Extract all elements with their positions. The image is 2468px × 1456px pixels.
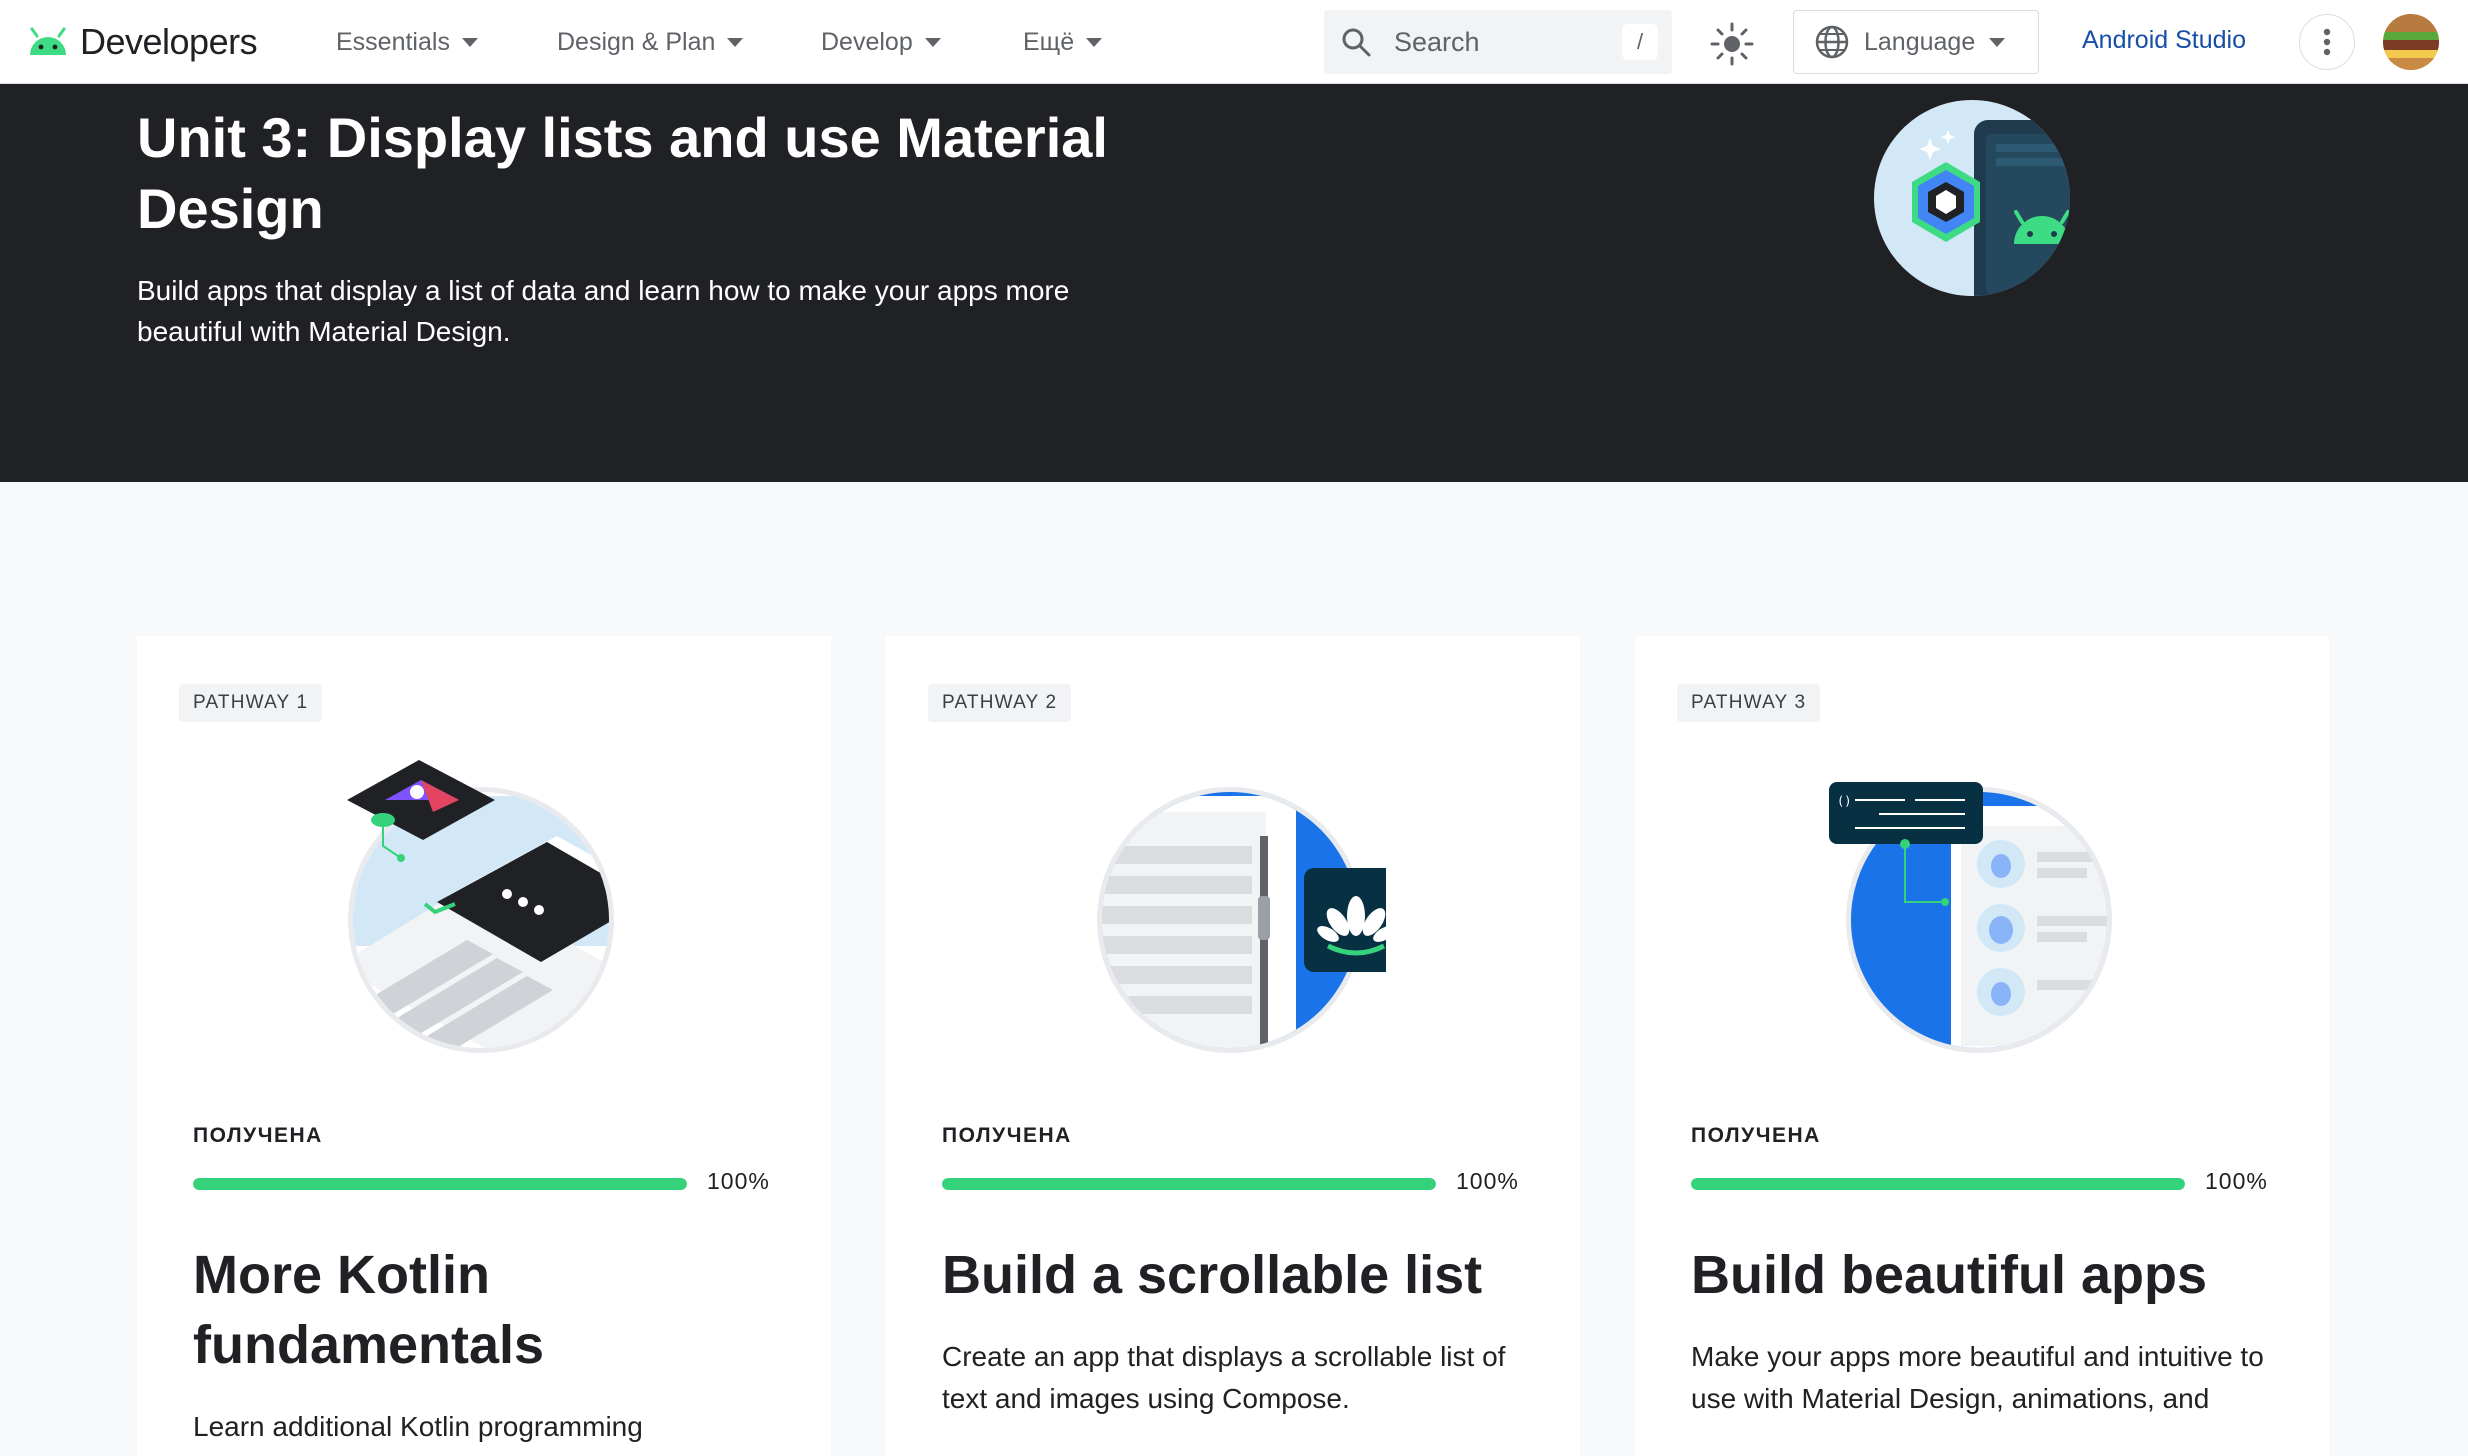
pathway-card-3[interactable]: PATHWAY 3 () ПОЛУЧЕНА 100% Build beautif…	[1635, 636, 2329, 1456]
svg-text:(): ()	[1837, 794, 1851, 808]
nav-menu-more[interactable]: Ещё	[1023, 22, 1103, 62]
pathway-progress-bar	[942, 1178, 1436, 1190]
unit-hero: Unit 3: Display lists and use Material D…	[0, 84, 2468, 482]
progress-fill	[193, 1178, 687, 1190]
brightness-icon[interactable]	[1708, 20, 1756, 68]
more-vert-icon	[2323, 28, 2331, 56]
brand-name: Developers	[80, 21, 258, 62]
nav-menu-develop[interactable]: Develop	[821, 22, 941, 62]
pathway-badge: PATHWAY 3	[1677, 684, 1821, 722]
dropdown-caret-icon	[461, 37, 478, 47]
kotlin-fundamentals-illustration	[347, 760, 614, 1053]
progress-fill	[1691, 1178, 2185, 1190]
page-title: Unit 3: Display lists and use Material D…	[137, 106, 1108, 240]
progress-percent: 100%	[707, 1168, 770, 1194]
globe-icon	[1815, 25, 1849, 59]
search-placeholder: Search	[1394, 27, 1480, 57]
avatar[interactable]	[2383, 14, 2439, 70]
nav-menu-label: Design & Plan	[557, 27, 716, 56]
dropdown-caret-icon	[924, 37, 941, 47]
pathway-badge: PATHWAY 2	[928, 684, 1072, 722]
language-selector[interactable]: Language	[1793, 10, 2039, 74]
nav-menu-label: Develop	[821, 27, 913, 56]
search-shortcut-key: /	[1622, 24, 1658, 60]
pathway-card-1[interactable]: PATHWAY 1 ПОЛУЧЕНА 100% More Kotlin fund…	[137, 636, 831, 1456]
pathway-description: Create an app that displays a scrollable…	[942, 1341, 1506, 1414]
page-description: Build apps that display a list of data a…	[137, 275, 1070, 347]
nav-menu-label: Essentials	[336, 27, 450, 56]
pathway-status: ПОЛУЧЕНА	[1691, 1124, 1821, 1147]
pathway-description: Make your apps more beautiful and intuit…	[1691, 1341, 2264, 1414]
android-studio-link[interactable]: Android Studio	[2082, 26, 2246, 55]
search-icon	[1342, 28, 1371, 57]
top-nav: Developers Essentials Design & Plan Deve…	[0, 0, 2468, 84]
search-input[interactable]: Search /	[1324, 10, 1672, 74]
compose-android-illustration	[1874, 100, 2070, 296]
pathway-card-2[interactable]: PATHWAY 2 ПОЛУЧЕНА 100% Build a scrollab…	[886, 636, 1580, 1456]
dropdown-caret-icon	[1989, 37, 2006, 47]
more-options-button[interactable]	[2299, 14, 2355, 70]
progress-percent: 100%	[2205, 1168, 2268, 1194]
nav-menu-design-plan[interactable]: Design & Plan	[557, 22, 744, 62]
language-label: Language	[1864, 27, 1976, 56]
pathway-progress-bar	[193, 1178, 687, 1190]
progress-percent: 100%	[1456, 1168, 1519, 1194]
avatar-burger-image	[2383, 14, 2439, 70]
pathway-title: More Kotlin fundamentals	[193, 1245, 545, 1375]
pathway-status: ПОЛУЧЕНА	[942, 1124, 1072, 1147]
nav-menu-essentials[interactable]: Essentials	[336, 22, 478, 62]
nav-menu-label: Ещё	[1023, 27, 1075, 56]
developers-home-link[interactable]: Developers	[26, 18, 258, 66]
dropdown-caret-icon	[1086, 37, 1103, 47]
pathway-status: ПОЛУЧЕНА	[193, 1124, 323, 1147]
dropdown-caret-icon	[727, 37, 744, 47]
pathway-badge: PATHWAY 1	[179, 684, 323, 722]
pathway-description: Learn additional Kotlin programming	[193, 1411, 643, 1442]
pathway-title: Build beautiful apps	[1691, 1245, 2208, 1305]
pathway-progress-bar	[1691, 1178, 2185, 1190]
beautiful-apps-illustration: ()	[1829, 782, 2112, 1053]
scrollable-list-illustration	[1097, 787, 1386, 1053]
android-logo-icon	[30, 27, 66, 55]
pathway-title: Build a scrollable list	[942, 1245, 1483, 1305]
progress-fill	[942, 1178, 1436, 1190]
